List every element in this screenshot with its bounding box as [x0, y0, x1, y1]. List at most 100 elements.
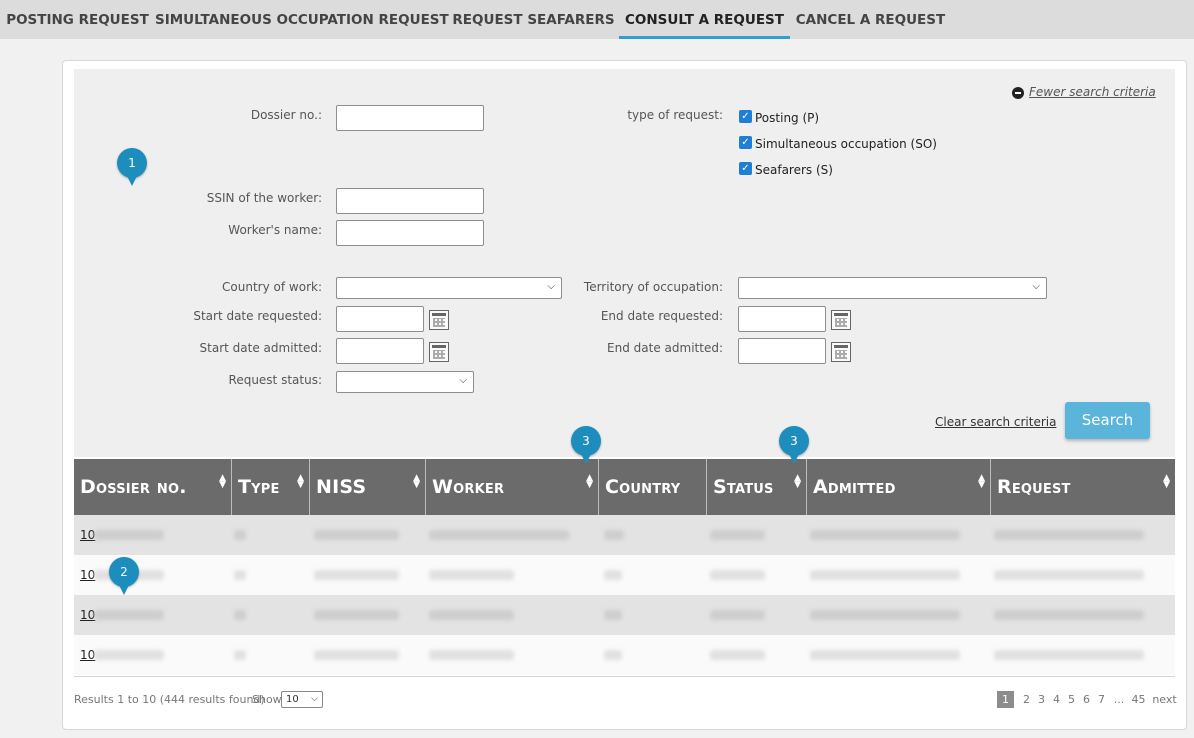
redacted-cell	[710, 610, 765, 620]
simultaneous-occupation-checkbox-label: Simultaneous occupation (SO)	[755, 137, 937, 151]
sort-icon[interactable]: ▲ ▼	[978, 474, 985, 490]
page-link-3[interactable]: 3	[1035, 691, 1048, 708]
redacted-cell	[234, 650, 246, 660]
column-header-label: Worker	[432, 476, 505, 498]
sort-icon[interactable]: ▲ ▼	[794, 474, 801, 490]
dossier-link[interactable]: 10	[80, 608, 95, 622]
search-criteria-panel	[74, 69, 1175, 457]
ssin-input[interactable]	[336, 188, 484, 214]
redacted-cell	[314, 650, 399, 660]
tab-consult-a-request[interactable]: CONSULT A REQUEST	[619, 0, 790, 39]
page-link-2[interactable]: 2	[1020, 691, 1033, 708]
ssin-label: SSIN of the worker:	[206, 191, 322, 205]
page-link-7[interactable]: 7	[1095, 691, 1108, 708]
clear-search-criteria-link[interactable]: Clear search criteria	[935, 415, 1056, 429]
redacted-cell	[604, 610, 622, 620]
dossier-link[interactable]: 10	[80, 568, 95, 582]
column-header-label: Status	[713, 476, 774, 498]
column-header-label: Admitted	[813, 476, 896, 498]
sort-icon[interactable]: ▲ ▼	[413, 474, 420, 490]
redacted-cell	[234, 610, 246, 620]
page-size-select[interactable]: 10 ⌵	[281, 691, 323, 708]
seafarers-checkbox[interactable]: ✓	[739, 162, 752, 175]
start-date-requested-input[interactable]	[336, 306, 424, 332]
next-page-link[interactable]: next	[1151, 691, 1178, 708]
results-count: Results 1 to 10 (444 results found)	[74, 693, 265, 706]
request-status-select[interactable]: ⌵	[336, 371, 474, 393]
calendar-icon[interactable]	[429, 310, 449, 330]
column-header-country[interactable]: Country	[599, 459, 707, 515]
page-link-5[interactable]: 5	[1065, 691, 1078, 708]
end-date-admitted-input[interactable]	[738, 338, 826, 364]
seafarers-checkbox-label: Seafarers (S)	[755, 163, 833, 177]
table-row: 10	[74, 555, 1175, 595]
chevron-down-icon: ⌵	[459, 375, 467, 386]
redacted-cell	[604, 530, 624, 540]
tab-posting-request[interactable]: POSTING REQUEST	[0, 0, 155, 39]
search-button[interactable]: Search	[1065, 402, 1150, 439]
redacted-cell	[429, 570, 514, 580]
table-row: 10	[74, 635, 1175, 675]
tab-cancel-a-request[interactable]: CANCEL A REQUEST	[790, 0, 951, 39]
calendar-icon[interactable]	[429, 342, 449, 362]
top-navigation: POSTING REQUEST SIMULTANEOUS OCCUPATION …	[0, 0, 1194, 39]
redacted-cell	[604, 570, 622, 580]
column-header-label: Type	[238, 476, 280, 498]
marker-tail	[788, 452, 800, 464]
page-link-1[interactable]: 1	[997, 691, 1014, 708]
redacted-cell	[429, 610, 514, 620]
table-row: 10	[74, 515, 1175, 555]
column-header-label: NISS	[316, 476, 367, 498]
redacted-cell	[810, 610, 960, 620]
redacted-cell	[994, 570, 1144, 580]
simultaneous-occupation-checkbox[interactable]: ✓	[739, 136, 752, 149]
worker-name-input[interactable]	[336, 220, 484, 246]
marker-tail	[118, 583, 130, 595]
country-of-work-select[interactable]: ⌵	[336, 277, 562, 299]
territory-select[interactable]: ⌵	[738, 277, 1047, 299]
redacted-cell	[94, 650, 164, 660]
type-of-request-label: type of request:	[627, 108, 723, 122]
page-link-6[interactable]: 6	[1080, 691, 1093, 708]
redacted-cell	[810, 530, 960, 540]
dossier-link[interactable]: 10	[80, 528, 95, 542]
worker-name-label: Worker's name:	[228, 223, 322, 237]
redacted-cell	[429, 530, 569, 540]
sort-icon[interactable]: ▲ ▼	[586, 474, 593, 490]
calendar-icon[interactable]	[831, 342, 851, 362]
calendar-icon[interactable]	[831, 310, 851, 330]
start-date-admitted-input[interactable]	[336, 338, 424, 364]
dossier-link[interactable]: 10	[80, 648, 95, 662]
annotation-marker-3-status: 3	[779, 426, 809, 468]
redacted-cell	[314, 610, 399, 620]
redacted-cell	[314, 570, 399, 580]
tab-simultaneous-occupation-request[interactable]: SIMULTANEOUS OCCUPATION REQUEST	[155, 0, 449, 39]
column-header-niss[interactable]: NISS ▲ ▼	[310, 459, 426, 515]
sort-icon[interactable]: ▲ ▼	[297, 474, 304, 490]
column-header-admitted[interactable]: Admitted ▲ ▼	[807, 459, 991, 515]
redacted-cell	[710, 570, 765, 580]
redacted-cell	[234, 530, 246, 540]
redacted-cell	[994, 530, 1144, 540]
fewer-search-criteria-link[interactable]: Fewer search criteria	[1029, 85, 1156, 99]
page-ellipsis: ...	[1113, 693, 1125, 706]
column-header-request[interactable]: Request ▲ ▼	[991, 459, 1175, 515]
show-label: Show	[252, 693, 282, 706]
redacted-cell	[994, 610, 1144, 620]
posting-checkbox[interactable]: ✓	[739, 110, 752, 123]
redacted-cell	[234, 570, 246, 580]
end-date-requested-input[interactable]	[738, 306, 826, 332]
annotation-marker-2: 2	[109, 557, 139, 599]
tab-request-seafarers[interactable]: REQUEST SEAFARERS	[448, 0, 619, 39]
page-link-4[interactable]: 4	[1050, 691, 1063, 708]
column-header-dossier[interactable]: Dossier no. ▲ ▼	[74, 459, 232, 515]
column-header-type[interactable]: Type ▲ ▼	[232, 459, 310, 515]
minus-circle-icon[interactable]	[1012, 87, 1024, 99]
start-date-requested-label: Start date requested:	[193, 309, 322, 323]
annotation-marker-3-worker: 3	[571, 426, 601, 468]
territory-label: Territory of occupation:	[583, 280, 723, 294]
sort-icon[interactable]: ▲ ▼	[1163, 474, 1170, 490]
page-link-45[interactable]: 45	[1130, 691, 1147, 708]
sort-icon[interactable]: ▲ ▼	[219, 474, 226, 490]
dossier-input[interactable]	[336, 105, 484, 131]
